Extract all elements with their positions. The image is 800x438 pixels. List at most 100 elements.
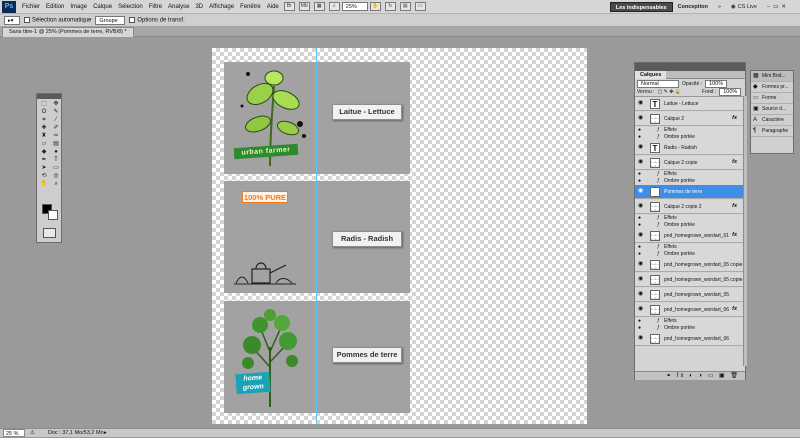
lock-icons[interactable]: ▢ ✎ ✥ 🔒 [658,89,682,95]
document-tab[interactable]: Sans titre-1 @ 25% (Pommes de terre, RVB… [2,27,134,37]
layer-effect-row[interactable]: ● ƒ Ombre portée [635,251,743,258]
layers-footer-buttons[interactable]: ⚭ fx ◐ ◑ ▭ ▣ 🗑 [635,371,745,380]
zoom-level-select[interactable]: 25% [341,2,368,11]
tool-preset-picker[interactable]: ▸▾ [4,15,20,25]
menu-8[interactable]: Affichage [206,4,237,10]
mini-bridge-button[interactable]: ▦ Mini Brid... [751,71,793,82]
layer-effect-row[interactable]: ● ƒ Effets [635,215,743,222]
layer-effect-row[interactable]: ● ƒ Effets [635,127,743,134]
healing-tool-icon[interactable]: ✚ [39,125,49,132]
eye-icon[interactable]: ◉ [638,306,644,312]
menu-2[interactable]: Image [67,4,90,10]
layer-name[interactable]: Calque 2 copie [664,159,697,167]
layer-row[interactable]: ◉ pnd_homegrown_wordart_05 copie [635,273,743,287]
photoshop-logo[interactable]: Ps [2,0,16,13]
layer-name[interactable]: pnd_homegrown_wordart_05 copie [664,276,742,284]
view-extras-icon[interactable]: ▦ [313,2,325,11]
transform-checkbox[interactable] [129,16,136,23]
window-controls[interactable]: – ▭ ✕ [762,2,800,12]
quick-select-tool-icon[interactable]: ✎ [51,109,61,116]
tab-layers[interactable]: Calques [635,71,667,79]
zoom-field[interactable]: 25 % [3,429,25,437]
bridge-icon[interactable]: Br [283,2,295,11]
layer-name[interactable]: pnd_homegrown_wordart_06 [664,335,729,343]
layer-row[interactable]: ◉ T Laitue - Lettuce [635,97,743,111]
dock-item-2[interactable]: ▣ Source d... [751,104,793,115]
stamp-tool-icon[interactable]: ♜ [39,133,49,140]
layer-name[interactable]: Laitue - Lettuce [664,100,698,108]
3d-rotate-tool-icon[interactable]: ⟲ [39,173,49,180]
menu-1[interactable]: Edition [43,4,67,10]
layer-name[interactable]: Calque 2 [664,115,684,123]
eye-icon[interactable]: ◉ [638,144,644,150]
eyedropper-tool-icon[interactable]: ⁄ [51,117,61,124]
layer-row[interactable]: ◉ Calque 2 copie 2 fx [635,200,743,214]
fx-icon[interactable]: fx [732,203,737,209]
auto-select-option[interactable]: Sélection automatique [24,16,91,23]
eye-icon[interactable]: ● [638,171,641,178]
layer-row[interactable]: ◉ pnd_homegrown_wordart_05 [635,288,743,302]
eye-icon[interactable]: ◉ [638,100,644,106]
fx-icon[interactable]: fx [732,115,737,121]
blur-tool-icon[interactable]: ◆ [39,149,49,156]
workspace-more-icon[interactable]: » [713,2,726,12]
eye-icon[interactable]: ◉ [638,159,644,165]
gradient-tool-icon[interactable]: ▤ [51,141,61,148]
hand-icon[interactable]: ✋ [369,2,381,11]
eye-icon[interactable]: ◉ [638,276,644,282]
layer-name[interactable]: pnd_homegrown_wordart_05 copie 2 [664,261,743,269]
eye-icon[interactable]: ● [638,318,641,325]
menu-5[interactable]: Filtre [146,4,165,10]
path-select-tool-icon[interactable]: ➤ [39,165,49,172]
dodge-tool-icon[interactable]: ● [51,149,61,156]
layer-effect-row[interactable]: ● ƒ Effets [635,318,743,325]
eye-icon[interactable]: ◉ [638,335,644,341]
eye-icon[interactable]: ◉ [638,203,644,209]
3d-orbit-tool-icon[interactable]: ◎ [51,173,61,180]
minibridge-icon[interactable]: Mb [298,2,310,11]
eye-icon[interactable]: ● [638,222,641,229]
eye-icon[interactable]: ● [638,178,641,185]
layer-name[interactable]: pnd_homegrown_wordart_06 [664,306,729,314]
eye-icon[interactable]: ● [638,215,641,222]
dock-item-4[interactable]: ¶ Paragraphe [751,126,793,137]
history-brush-tool-icon[interactable]: ✑ [51,133,61,140]
layer-effect-row[interactable]: ● ƒ Ombre portée [635,222,743,229]
auto-select-checkbox[interactable] [24,16,30,23]
fx-icon[interactable]: fx [732,232,737,238]
zoom-tool-icon[interactable]: ⌕ [51,181,61,188]
menu-3[interactable]: Calque [90,4,115,10]
lasso-tool-icon[interactable]: ʘ [39,109,49,116]
menu-7[interactable]: 3D [192,4,206,10]
fx-icon[interactable]: fx [732,159,737,165]
crop-tool-icon[interactable]: ⌗ [39,117,49,124]
eye-icon[interactable]: ● [638,134,641,141]
layer-effect-row[interactable]: ● ƒ Effets [635,244,743,251]
blend-mode-select[interactable]: Normal [637,79,679,88]
dock-item-1[interactable]: ▭ Forme [751,93,793,104]
cs-live-button[interactable]: ◉ CS Live [726,2,762,12]
eye-icon[interactable]: ◉ [638,115,644,121]
rotate-view-icon[interactable]: ↻ [384,2,396,11]
marquee-tool-icon[interactable]: ⬚ [39,101,49,108]
type-tool-icon[interactable]: T [51,157,61,164]
pen-tool-icon[interactable]: ✒ [39,157,49,164]
eye-icon[interactable]: ● [638,127,641,134]
layer-effect-row[interactable]: ● ƒ Ombre portée [635,325,743,332]
quick-mask-icon[interactable] [43,228,56,238]
layer-row[interactable]: ◉ pnd_homegrown_wordart_06 [635,332,743,346]
eraser-tool-icon[interactable]: ▱ [39,141,49,148]
layer-row[interactable]: ◉ Calque 2 copie fx [635,156,743,170]
menu-6[interactable]: Analyse [165,4,192,10]
shape-tool-icon[interactable]: ▭ [51,165,61,172]
layer-row[interactable]: ◉ pnd_homegrown_wordart_01 fx [635,229,743,243]
menu-4[interactable]: Sélection [115,4,146,10]
status-menu-arrow-icon[interactable]: ▸ [104,429,107,437]
auto-select-target-select[interactable]: Groupe [95,15,126,25]
eye-icon[interactable]: ◉ [638,188,644,194]
layer-name[interactable]: pnd_homegrown_wordart_05 [664,291,729,299]
transform-option[interactable]: Options de transf. [129,16,185,23]
eye-icon[interactable]: ● [638,244,641,251]
eye-icon[interactable]: ◉ [638,291,644,297]
layer-name[interactable]: pnd_homegrown_wordart_01 [664,232,729,240]
